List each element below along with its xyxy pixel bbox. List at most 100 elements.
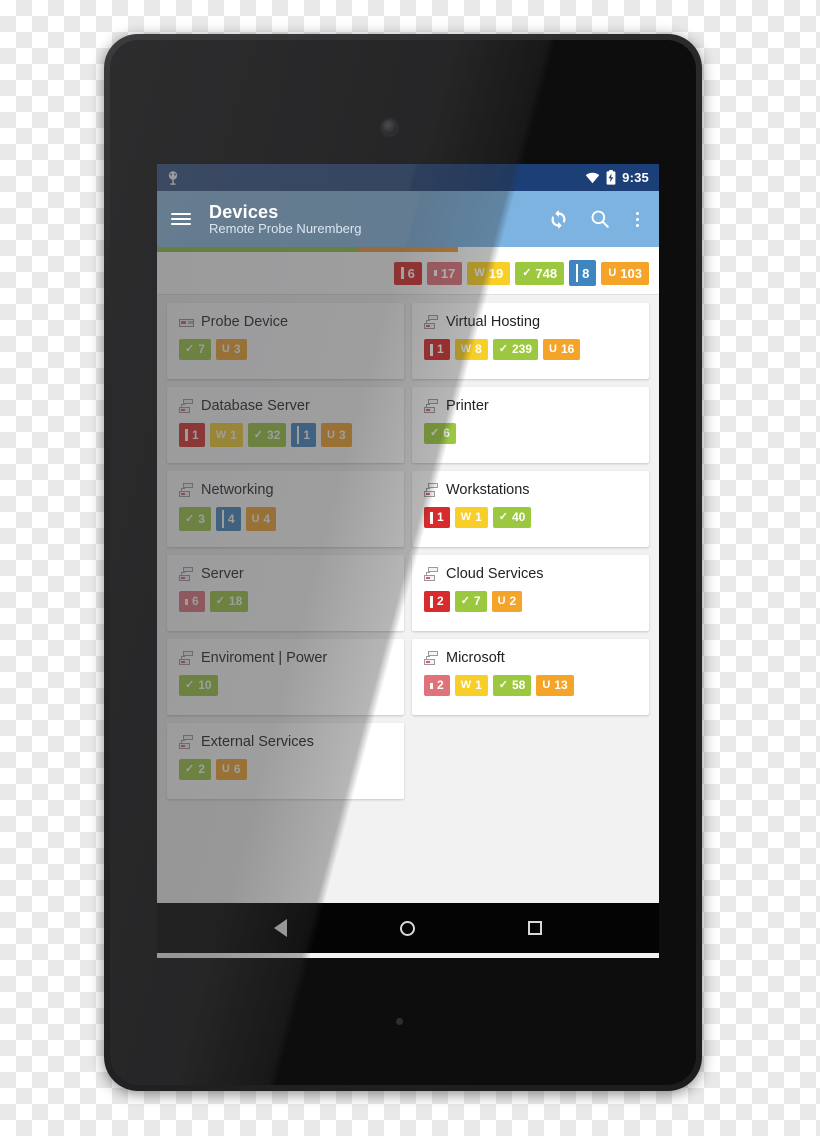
- device-group-icon: [179, 567, 194, 581]
- device-group-card[interactable]: Microsoft 2 W 1 ✓ 58 U 13: [412, 639, 649, 715]
- status-badge-down-acknowledged[interactable]: 6: [179, 591, 205, 612]
- status-badge-unknown[interactable]: U3: [321, 423, 352, 447]
- status-badge-down[interactable]: 2: [424, 591, 450, 612]
- status-badge-up[interactable]: ✓ 7: [179, 339, 211, 360]
- status-badge-count: 18: [228, 594, 243, 608]
- device-group-card[interactable]: Server 6 ✓ 18: [167, 555, 404, 631]
- up-status-glyph: ✓: [185, 512, 195, 525]
- card-header: External Services: [179, 734, 392, 750]
- status-badge-count: 6: [233, 762, 241, 776]
- status-badge-unknown[interactable]: U6: [215, 759, 247, 780]
- status-badge-up[interactable]: ✓ 6: [424, 423, 456, 444]
- device-group-card[interactable]: Cloud Services 2 ✓ 7 U 2: [412, 555, 649, 631]
- status-badge-warning[interactable]: W 19: [467, 261, 511, 285]
- card-status-badges: 1 W 1 ✓ 40: [424, 507, 637, 528]
- hamburger-menu-icon[interactable]: [171, 213, 191, 225]
- up-status-glyph: ✓: [460, 595, 470, 607]
- prtg-probe-icon: [167, 170, 179, 185]
- warning-status-glyph: W: [474, 266, 485, 279]
- card-status-badges: ✓ 7 U 3: [179, 339, 392, 360]
- status-badge-up[interactable]: ✓ 7: [454, 591, 487, 612]
- status-badge-count: 8: [475, 342, 482, 356]
- global-status-summary: 6 17 W 19 ✓ 748 8 U 103: [157, 252, 659, 295]
- status-badge-paused[interactable]: 1: [291, 423, 317, 447]
- device-group-card[interactable]: Enviroment | Power ✓ 10: [167, 639, 404, 715]
- status-badge-count: 1: [437, 342, 444, 356]
- warning-status-glyph: W: [460, 343, 472, 355]
- status-badge-up[interactable]: ✓ 3: [179, 507, 211, 531]
- status-badge-up[interactable]: ✓ 10: [179, 675, 218, 696]
- device-group-icon: [179, 735, 194, 749]
- up-status-glyph: ✓: [498, 343, 508, 355]
- unknown-status-glyph: U: [608, 266, 617, 279]
- status-badge-warning[interactable]: W1: [454, 675, 488, 696]
- up-status-glyph: ✓: [215, 595, 225, 607]
- card-status-badges: 2 W 1 ✓ 58 U 13: [424, 675, 637, 696]
- status-badge-unknown[interactable]: U4: [245, 507, 277, 531]
- search-icon[interactable]: [589, 208, 611, 230]
- status-badge-warning[interactable]: W8: [454, 339, 488, 360]
- device-group-list: Probe Device ✓ 7 U 3 Virtual Hosting 1 W 8 ✓ 239 U 1…: [157, 295, 659, 903]
- status-badge-unknown[interactable]: U 16: [543, 339, 581, 360]
- status-badge-unknown[interactable]: U 13: [536, 675, 574, 696]
- status-badge-unknown[interactable]: U3: [215, 339, 247, 360]
- card-header: Server: [179, 566, 392, 582]
- device-group-card[interactable]: Database Server 1 W 1 ✓ 32 1 U 3: [167, 387, 404, 463]
- warning-status-glyph: W: [215, 428, 227, 441]
- device-group-card[interactable]: Printer ✓ 6: [412, 387, 649, 463]
- up-status-glyph: ✓: [430, 427, 440, 439]
- up-status-glyph: ✓: [185, 343, 195, 355]
- microphone-icon: [396, 1018, 403, 1025]
- device-group-card[interactable]: Workstations 1 W 1 ✓ 40: [412, 471, 649, 547]
- status-badge-count: 40: [511, 510, 526, 524]
- status-badge-unknown[interactable]: U2: [491, 591, 523, 612]
- status-badge-down[interactable]: 1: [179, 423, 205, 447]
- card-title: Printer: [446, 398, 489, 414]
- status-badge-down[interactable]: 1: [424, 507, 450, 528]
- status-badge-count: 3: [198, 511, 205, 526]
- app-bar: Devices Remote Probe Nuremberg: [157, 191, 659, 247]
- device-group-card[interactable]: Networking ✓ 3 4 U 4: [167, 471, 404, 547]
- status-badge-up[interactable]: ✓ 32: [247, 423, 287, 447]
- status-badge-count: 2: [509, 594, 517, 608]
- refresh-icon[interactable]: [547, 208, 570, 231]
- status-badge-warning[interactable]: W1: [209, 423, 243, 447]
- status-badge-unknown[interactable]: U 103: [601, 261, 649, 285]
- status-badge-count: 1: [475, 510, 482, 524]
- status-badge-down[interactable]: 6: [393, 261, 422, 285]
- status-badge-up[interactable]: ✓ 58: [492, 675, 532, 696]
- unknown-status-glyph: U: [497, 595, 506, 607]
- status-badge-count: 2: [437, 594, 444, 608]
- back-triangle-icon[interactable]: [257, 904, 305, 952]
- card-header: Enviroment | Power: [179, 650, 392, 666]
- status-badge-paused[interactable]: 8: [569, 260, 597, 286]
- device-group-card[interactable]: External Services ✓ 2 U 6: [167, 723, 404, 799]
- status-badge-warning[interactable]: W1: [454, 507, 488, 528]
- status-badge-down-acknowledged[interactable]: 17: [426, 261, 463, 285]
- down-acknowledged-status-glyph: [185, 598, 188, 605]
- status-badge-count: 1: [230, 427, 237, 442]
- overflow-menu-icon[interactable]: [630, 210, 645, 229]
- status-badge-paused[interactable]: 4: [215, 507, 241, 531]
- status-badge-count: 2: [198, 762, 205, 776]
- device-group-icon: [179, 483, 194, 497]
- status-badge-up[interactable]: ✓ 748: [515, 261, 565, 285]
- device-group-card[interactable]: Virtual Hosting 1 W 8 ✓ 239 U 16: [412, 303, 649, 379]
- status-badge-down-acknowledged[interactable]: 2: [424, 675, 450, 696]
- device-group-card[interactable]: Probe Device ✓ 7 U 3: [167, 303, 404, 379]
- recents-square-icon[interactable]: [511, 904, 559, 952]
- status-badge-up[interactable]: ✓ 2: [179, 759, 211, 780]
- status-badge-up[interactable]: ✓ 239: [492, 339, 539, 360]
- home-circle-icon[interactable]: [384, 904, 432, 952]
- status-badge-count: 7: [473, 594, 481, 608]
- status-badge-up[interactable]: ✓ 40: [492, 507, 532, 528]
- status-badge-count: 3: [233, 342, 241, 356]
- device-group-icon: [424, 567, 439, 581]
- android-navigation-bar: [157, 903, 659, 953]
- card-title: Database Server: [201, 398, 310, 414]
- device-group-icon: [424, 315, 439, 329]
- card-status-badges: 1 W 1 ✓ 32 1 U 3: [179, 423, 392, 447]
- status-badge-down[interactable]: 1: [424, 339, 450, 360]
- status-badge-count: 1: [437, 510, 444, 524]
- status-badge-up[interactable]: ✓ 18: [209, 591, 249, 612]
